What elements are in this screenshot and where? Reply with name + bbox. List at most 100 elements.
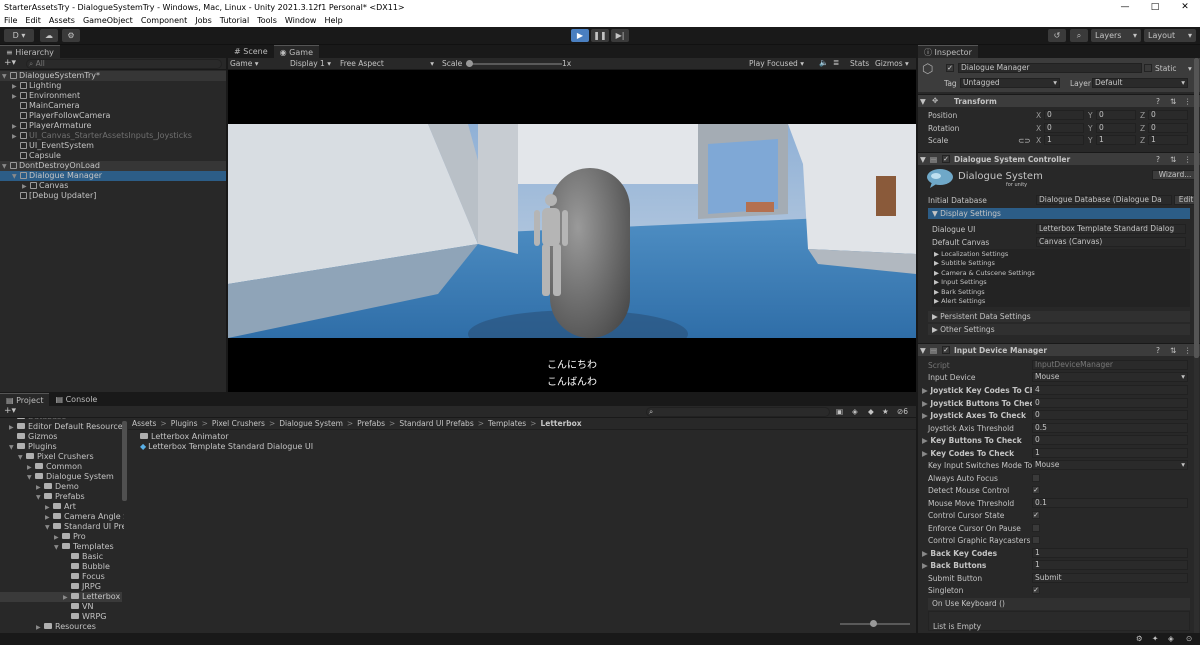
hierarchy-item[interactable]: ▶ Canvas bbox=[0, 181, 226, 191]
persistent-data-foldout[interactable]: ▶ Persistent Data Settings bbox=[928, 311, 1190, 322]
transform-x-field[interactable]: 0 bbox=[1044, 110, 1084, 120]
help-icon[interactable]: ? bbox=[1156, 155, 1160, 164]
expand-arrow[interactable]: ▶ bbox=[36, 623, 44, 630]
hierarchy-item[interactable]: MainCamera bbox=[0, 101, 226, 111]
slider-handle[interactable] bbox=[466, 60, 473, 67]
star-icon[interactable]: ★ bbox=[882, 407, 889, 416]
hierarchy-item[interactable]: ▼ DontDestroyOnLoad bbox=[0, 161, 226, 171]
tab-scene[interactable]: # Scene bbox=[228, 45, 274, 58]
breadcrumb-item[interactable]: Pixel Crushers bbox=[212, 419, 265, 428]
idm-value-field[interactable]: Mouse ▾ bbox=[1032, 460, 1188, 470]
idm-field-label[interactable]: ▶ Joystick Axes To Check bbox=[922, 411, 1026, 420]
hierarchy-item[interactable]: Capsule bbox=[0, 151, 226, 161]
debug-icon[interactable]: ✦ bbox=[1152, 634, 1158, 643]
folder-item[interactable]: ▼ Prefabs bbox=[0, 492, 122, 502]
idm-value-field[interactable]: 0.5 bbox=[1032, 422, 1188, 433]
idm-checkbox[interactable]: ✓ bbox=[1032, 586, 1040, 594]
idm-value-field[interactable]: Submit bbox=[1032, 572, 1188, 583]
file-item[interactable]: Letterbox Animator bbox=[140, 432, 229, 442]
idm-value-field[interactable]: 1 bbox=[1032, 560, 1188, 570]
search-by-label-icon[interactable]: ◈ bbox=[852, 407, 858, 416]
scrollbar-thumb[interactable] bbox=[1194, 58, 1199, 358]
gizmos-dropdown[interactable]: Gizmos ▾ bbox=[875, 59, 909, 68]
account-button[interactable]: D ▾ bbox=[4, 29, 34, 42]
stats-toggle[interactable]: Stats bbox=[850, 59, 869, 68]
folder-item[interactable]: JRPG bbox=[0, 582, 122, 592]
tag-dropdown[interactable]: Untagged ▾ bbox=[960, 78, 1060, 88]
folder-item[interactable]: Gizmos bbox=[0, 432, 122, 442]
idm-value-field[interactable]: 4 bbox=[1032, 385, 1188, 395]
folder-item[interactable]: VN bbox=[0, 602, 122, 612]
layer-dropdown[interactable]: Default ▾ bbox=[1092, 78, 1188, 88]
idm-value-field[interactable]: 0 bbox=[1032, 435, 1188, 445]
hierarchy-item[interactable]: UI_EventSystem bbox=[0, 141, 226, 151]
menu-window[interactable]: Window bbox=[285, 16, 317, 25]
idm-value-field[interactable]: 0 bbox=[1032, 397, 1188, 408]
idm-field-label[interactable]: ▶ Back Buttons bbox=[922, 561, 986, 570]
constrain-proportions-icon[interactable]: ⊂⊃ bbox=[1018, 136, 1031, 145]
initial-database-field[interactable]: Dialogue Database (Dialogue Da bbox=[1036, 195, 1172, 205]
sub-settings-foldout[interactable]: ▶ Alert Settings bbox=[934, 296, 985, 306]
help-icon[interactable]: ? bbox=[1156, 346, 1160, 355]
idm-field-label[interactable]: ▶ Joystick Key Codes To Check bbox=[922, 386, 1050, 395]
tab-game[interactable]: ◉ Game bbox=[273, 45, 319, 58]
idm-header[interactable]: ▼ ▤ ✓ Input Device Manager ? ⇅ ⋮ bbox=[918, 343, 1200, 356]
idm-checkbox[interactable]: ✓ bbox=[1032, 511, 1040, 519]
name-field[interactable]: Dialogue Manager bbox=[958, 63, 1142, 73]
more-icon[interactable]: ⋮ bbox=[1184, 97, 1192, 106]
folder-item[interactable]: ▶ Editor Default Resources bbox=[0, 422, 124, 432]
idm-checkbox[interactable] bbox=[1032, 473, 1040, 482]
idm-field-label[interactable]: ▶ Key Buttons To Check bbox=[922, 436, 1022, 445]
folder-item[interactable]: ▶ Camera Angle S bbox=[0, 512, 124, 522]
dsc-header[interactable]: ▼ ▤ ✓ Dialogue System Controller ? ⇅ ⋮ bbox=[918, 152, 1200, 165]
more-icon[interactable]: ⋮ bbox=[1184, 155, 1192, 164]
close-button[interactable]: ✕ bbox=[1170, 0, 1200, 14]
wizard-button[interactable]: Wizard... bbox=[1152, 170, 1196, 180]
breadcrumb-item[interactable]: Plugins bbox=[171, 419, 198, 428]
folder-item[interactable]: ▼ Standard UI Pre bbox=[0, 522, 124, 532]
folder-item[interactable]: ▼ Pixel Crushers bbox=[0, 452, 122, 462]
hierarchy-item[interactable]: [Debug Updater] bbox=[0, 191, 226, 201]
project-search-input[interactable]: ⌕ bbox=[646, 407, 830, 417]
tag-icon[interactable]: ◆ bbox=[868, 407, 874, 416]
preset-icon[interactable]: ⇅ bbox=[1170, 155, 1176, 164]
default-canvas-field[interactable]: Canvas (Canvas) bbox=[1036, 237, 1186, 247]
help-icon[interactable]: ? bbox=[1156, 97, 1160, 106]
dialogue-ui-field[interactable]: Letterbox Template Standard Dialog bbox=[1036, 224, 1186, 234]
transform-y-field[interactable]: 1 bbox=[1096, 135, 1136, 145]
display-dropdown[interactable]: Display 1 ▾ bbox=[290, 59, 331, 68]
idm-value-field[interactable]: 1 bbox=[1032, 547, 1188, 558]
minimize-button[interactable]: — bbox=[1110, 0, 1140, 14]
menu-jobs[interactable]: Jobs bbox=[195, 16, 212, 25]
aspect-dropdown[interactable]: Free Aspect ▾ bbox=[340, 59, 434, 68]
menu-edit[interactable]: Edit bbox=[25, 16, 41, 25]
folder-item[interactable]: ▶ Pro bbox=[0, 532, 122, 542]
dsc-enabled-checkbox[interactable]: ✓ bbox=[942, 155, 950, 163]
breadcrumb-item[interactable]: Letterbox bbox=[540, 419, 581, 428]
folder-item[interactable]: Basic bbox=[0, 552, 122, 562]
tab-project[interactable]: ▤ Project bbox=[0, 393, 50, 406]
pause-button[interactable]: ❚❚ bbox=[591, 29, 609, 42]
preset-icon[interactable]: ⇅ bbox=[1170, 346, 1176, 355]
display-settings-foldout[interactable]: ▼ Display Settings bbox=[928, 208, 1190, 219]
idm-checkbox[interactable] bbox=[1032, 523, 1040, 532]
play-button[interactable]: ▶ bbox=[571, 29, 589, 42]
idm-field-label[interactable]: ▶ Key Codes To Check bbox=[922, 449, 1014, 458]
folder-item[interactable]: Bubble bbox=[0, 562, 122, 572]
idm-checkbox[interactable]: ✓ bbox=[1032, 486, 1040, 494]
transform-header[interactable]: ▼ ✥ Transform ? ⇅ ⋮ bbox=[918, 94, 1200, 107]
history-icon[interactable]: ↺ bbox=[1048, 29, 1066, 42]
tree-scrollbar[interactable] bbox=[122, 421, 127, 501]
layers-dropdown[interactable]: Layers ▾ bbox=[1091, 29, 1141, 42]
idm-field-label[interactable]: ▶ Joystick Buttons To Check bbox=[922, 399, 1039, 408]
scale-slider[interactable] bbox=[466, 60, 562, 67]
menu-help[interactable]: Help bbox=[324, 16, 342, 25]
add-icon[interactable]: +▾ bbox=[4, 406, 16, 416]
hierarchy-item[interactable]: ▶ Environment bbox=[0, 91, 226, 101]
play-focused-dropdown[interactable]: Play Focused ▾ bbox=[749, 59, 804, 68]
idm-enabled-checkbox[interactable]: ✓ bbox=[942, 346, 950, 354]
breadcrumb-item[interactable]: Prefabs bbox=[357, 419, 385, 428]
chevron-down-icon[interactable]: ▾ bbox=[1188, 64, 1192, 73]
idm-value-field[interactable]: 1 bbox=[1032, 447, 1188, 458]
cloud-icon[interactable]: ☁ bbox=[40, 29, 58, 42]
